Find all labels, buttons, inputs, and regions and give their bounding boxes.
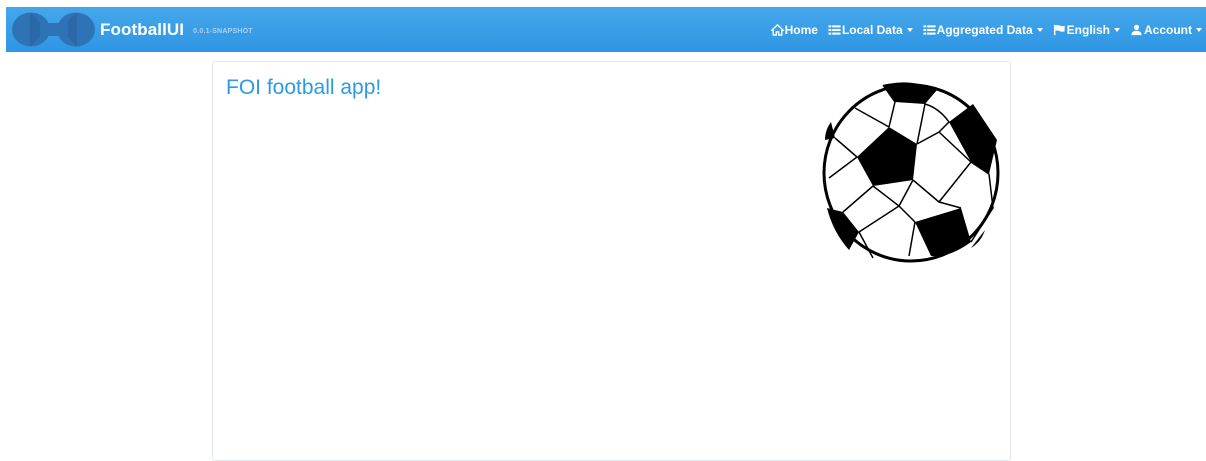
chevron-down-icon [1036, 27, 1043, 32]
version-label: 0.0.1-SNAPSHOT [193, 28, 253, 35]
nav-aggregated-data-label: Aggregated Data [936, 22, 1033, 37]
list-icon [923, 24, 936, 35]
nav-language-label: English [1066, 22, 1110, 37]
flag-icon [1053, 24, 1065, 35]
nav-local-data-label: Local Data [841, 22, 903, 37]
nav-account-label: Account [1144, 22, 1192, 37]
nav-home[interactable]: Home [770, 22, 818, 37]
home-icon [770, 23, 784, 36]
nav-account[interactable]: Account [1130, 23, 1202, 37]
top-navbar: FootballUI 0.0.1-SNAPSHOT Home Local Dat… [6, 7, 1206, 52]
chevron-down-icon [906, 27, 913, 32]
main-card: FOI football app! [212, 61, 1011, 461]
logo-icon [12, 12, 95, 47]
list-icon [828, 24, 841, 35]
page-title: FOI football app! [226, 76, 382, 99]
nav-language[interactable]: English [1053, 23, 1120, 37]
nav-local-data[interactable]: Local Data [828, 23, 913, 37]
football-image [822, 82, 1000, 263]
user-icon [1131, 24, 1142, 35]
chevron-down-icon [1196, 27, 1202, 32]
brand[interactable]: FootballUI 0.0.1-SNAPSHOT [6, 7, 253, 52]
nav-aggregated-data[interactable]: Aggregated Data [923, 23, 1043, 37]
chevron-down-icon [1114, 27, 1120, 32]
nav-menu: Home Local Data Aggregated Data English … [770, 7, 1206, 52]
nav-home-label: Home [784, 22, 818, 37]
brand-title: FootballUI [100, 19, 185, 39]
